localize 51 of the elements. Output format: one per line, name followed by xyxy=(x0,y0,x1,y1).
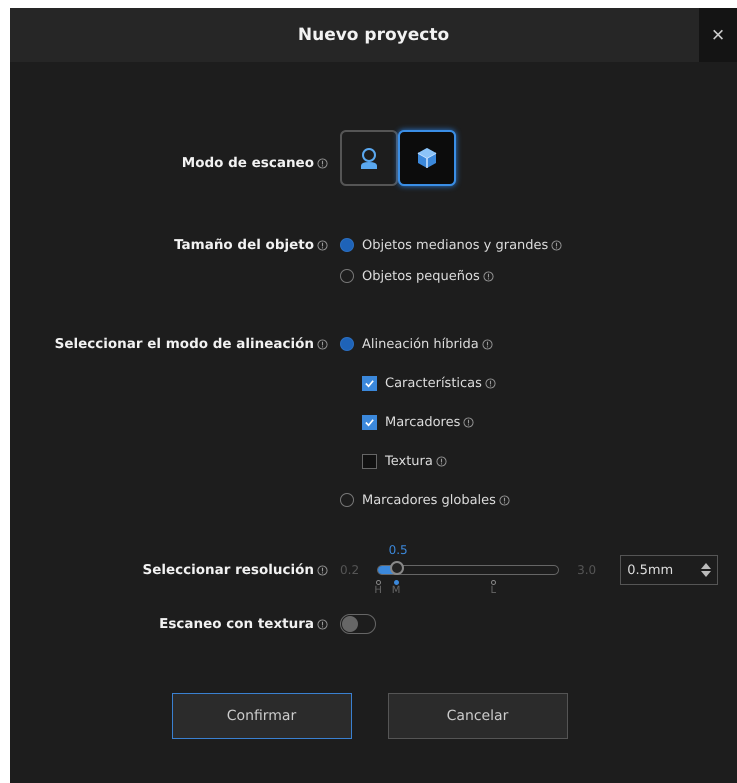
option-label: Marcadores xyxy=(385,414,460,430)
cube-icon xyxy=(416,146,438,170)
cancel-button[interactable]: Cancelar xyxy=(388,693,568,739)
checkbox[interactable] xyxy=(362,454,377,468)
spin-arrows-icon xyxy=(701,563,712,577)
max-value: 3.0 xyxy=(577,563,596,577)
window-title: Nuevo proyecto xyxy=(296,25,450,45)
scan-mode-button[interactable] xyxy=(398,130,456,186)
scan-mode-button[interactable] xyxy=(340,130,398,186)
radio-button[interactable] xyxy=(340,269,354,283)
radio-button[interactable] xyxy=(340,238,354,252)
info-icon xyxy=(484,378,496,388)
check-icon xyxy=(364,378,375,388)
close-button[interactable]: × xyxy=(699,8,737,62)
info-icon xyxy=(317,338,328,350)
tick-label: H xyxy=(374,585,382,596)
info-icon xyxy=(498,494,510,506)
min-value: 0.2 xyxy=(340,563,360,577)
radio-button[interactable] xyxy=(340,337,354,351)
checkbox[interactable] xyxy=(362,414,377,430)
checkbox[interactable] xyxy=(362,376,377,390)
field-label: Tamaño del objeto xyxy=(174,237,314,253)
info-icon xyxy=(317,618,328,630)
confirm-button[interactable]: Confirmar xyxy=(172,693,352,739)
slider-value: 0.5 xyxy=(388,543,408,557)
field-label: Seleccionar el modo de alineación xyxy=(54,336,314,352)
tick-label: M xyxy=(392,585,400,596)
option-label: Marcadores globales xyxy=(362,492,496,508)
option-label: Características xyxy=(385,376,482,390)
field-label: Seleccionar resolución xyxy=(142,562,314,578)
toggle-switch[interactable] xyxy=(340,614,376,634)
option-label: Objetos medianos y grandes xyxy=(362,238,548,252)
resolution-spinbox[interactable]: 0.5mm xyxy=(620,555,718,585)
option-label: Textura xyxy=(385,454,433,468)
tick-label: L xyxy=(490,585,496,596)
check-icon xyxy=(364,416,375,428)
info-icon xyxy=(436,456,447,466)
slider-thumb[interactable] xyxy=(390,561,404,575)
field-label: Escaneo con textura xyxy=(159,616,314,632)
info-icon xyxy=(317,564,328,576)
info-icon xyxy=(463,416,474,428)
option-label: Objetos pequeños xyxy=(362,268,480,284)
radio-button[interactable] xyxy=(340,493,354,507)
info-icon xyxy=(317,158,328,168)
person-icon xyxy=(358,146,380,170)
field-label: Modo de escaneo xyxy=(182,155,314,171)
info-icon xyxy=(551,240,562,250)
option-label: Alineación híbrida xyxy=(362,336,479,352)
info-icon xyxy=(482,270,494,282)
info-icon xyxy=(482,338,493,350)
info-icon xyxy=(317,240,328,250)
